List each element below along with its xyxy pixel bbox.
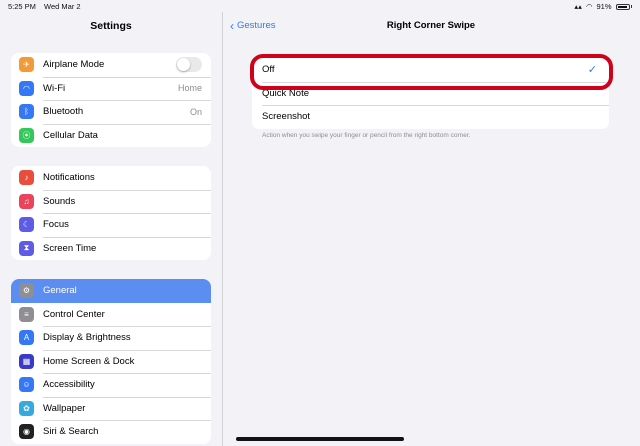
- detail-pane: ‹ Gestures Right Corner Swipe Off ✓ Quick …: [222, 12, 640, 446]
- sidebar-title: Settings: [90, 20, 132, 32]
- cellular-icon: ⦿: [19, 127, 34, 143]
- sidebar-item-label: Bluetooth: [43, 106, 84, 118]
- sidebar-item-home-screen-dock[interactable]: ▦ Home Screen & Dock: [11, 349, 211, 374]
- option-label: Screenshot: [262, 111, 311, 123]
- sidebar-item-label: Notifications: [43, 172, 95, 184]
- sidebar-item-bluetooth[interactable]: ᛒ Bluetooth On: [11, 100, 211, 124]
- sidebar-item-label: Accessibility: [43, 379, 95, 391]
- sidebar-item-accessibility[interactable]: ☺ Accessibility: [11, 373, 211, 397]
- grid-icon: ▦: [19, 353, 34, 369]
- bell-icon: ♪: [19, 170, 34, 186]
- footer-note: Action when you swipe your finger or pen…: [262, 132, 471, 139]
- status-time: 5:25 PM: [8, 2, 36, 11]
- sidebar-item-label: Sounds: [43, 195, 76, 207]
- status-bar: 5:25 PM Wed Mar 2 ▴▴ ◠ 91%: [0, 0, 640, 12]
- status-right: ▴▴ ◠ 91%: [574, 2, 632, 11]
- sidebar-item-label: General: [43, 285, 77, 297]
- sidebar-item-label: Focus: [43, 219, 69, 231]
- status-date: Wed Mar 2: [44, 2, 81, 11]
- sidebar-item-airplane-mode[interactable]: ✈ Airplane Mode: [11, 53, 211, 77]
- page-title: Right Corner Swipe: [386, 20, 476, 31]
- sliders-icon: ≡: [19, 306, 34, 322]
- sidebar-item-label: Airplane Mode: [43, 59, 105, 71]
- sidebar-item-label: Control Center: [43, 308, 105, 320]
- accessibility-icon: ☺: [19, 377, 34, 393]
- sidebar-item-control-center[interactable]: ≡ Control Center: [11, 303, 211, 327]
- sidebar-item-focus[interactable]: ☾ Focus: [11, 213, 211, 237]
- flower-icon: ✿: [19, 400, 34, 416]
- sidebar-item-wi-fi[interactable]: ◠ Wi-Fi Home: [11, 76, 211, 101]
- moon-icon: ☾: [19, 217, 34, 233]
- hourglass-icon: ⧗: [19, 240, 34, 256]
- airplane-mode-toggle[interactable]: [176, 57, 202, 73]
- red-highlight-outline: [250, 54, 613, 90]
- battery-percent: 91%: [596, 2, 612, 11]
- sidebar-item-label: Wallpaper: [43, 402, 86, 414]
- sidebar-item-value: Home: [177, 83, 202, 94]
- sidebar-item-siri-search[interactable]: ◉ Siri & Search: [11, 420, 211, 444]
- text-size-icon: A: [19, 330, 34, 346]
- sidebar-group-notifications: ♪ Notifications ♫ Sounds ☾ Focus ⧗ Screen Time: [11, 166, 211, 260]
- sidebar-item-display-brightness[interactable]: A Display & Brightness: [11, 326, 211, 350]
- sidebar-item-label: Siri & Search: [43, 426, 99, 438]
- wifi-status-icon: ◠: [585, 2, 593, 11]
- signal-icon: ▴▴: [574, 2, 582, 11]
- status-left: 5:25 PM Wed Mar 2: [8, 2, 87, 11]
- sidebar-item-notifications[interactable]: ♪ Notifications: [11, 166, 211, 190]
- battery-icon: [615, 3, 630, 10]
- sidebar-item-general[interactable]: ⚙ General: [11, 279, 211, 303]
- sidebar-group-connectivity: ✈ Airplane Mode ◠ Wi-Fi Home ᛒ Bluetooth On ⦿ Cel…: [11, 53, 211, 147]
- sidebar-item-label: Screen Time: [43, 242, 97, 254]
- speaker-icon: ♫: [19, 193, 34, 209]
- option-screenshot[interactable]: Screenshot: [252, 105, 609, 129]
- sidebar-item-label: Cellular Data: [43, 129, 98, 141]
- sidebar-item-cellular-data[interactable]: ⦿ Cellular Data: [11, 123, 211, 148]
- airplane-icon: ✈: [19, 57, 34, 73]
- siri-icon: ◉: [19, 424, 34, 440]
- gear-icon: ⚙: [19, 283, 34, 299]
- settings-sidebar: Settings ✈ Airplane Mode ◠ Wi-Fi Home ᛒ Blueto…: [0, 12, 223, 446]
- bluetooth-icon: ᛒ: [19, 104, 34, 120]
- wifi-icon: ◠: [19, 80, 34, 96]
- sidebar-item-wallpaper[interactable]: ✿ Wallpaper: [11, 396, 211, 421]
- sidebar-item-value: On: [189, 106, 202, 117]
- sidebar-group-general: ⚙ General ≡ Control Center A Display & Bright…: [11, 279, 211, 444]
- home-indicator[interactable]: [236, 437, 404, 441]
- sidebar-item-label: Home Screen & Dock: [43, 355, 135, 367]
- sidebar-item-screen-time[interactable]: ⧗ Screen Time: [11, 236, 211, 261]
- sidebar-item-sounds[interactable]: ♫ Sounds: [11, 189, 211, 214]
- sidebar-item-label: Wi-Fi: [43, 82, 66, 94]
- sidebar-item-label: Display & Brightness: [43, 332, 131, 344]
